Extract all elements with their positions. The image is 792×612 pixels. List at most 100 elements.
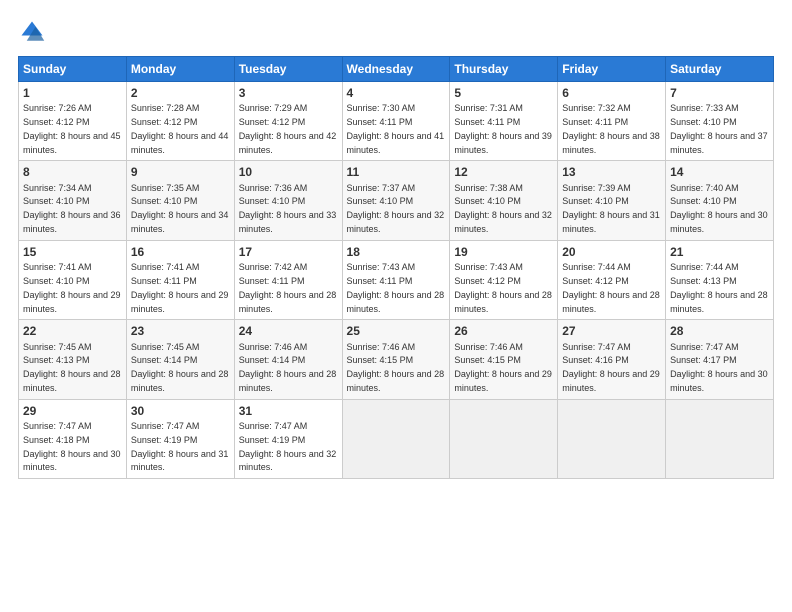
day-info: Sunrise: 7:30 AMSunset: 4:11 PMDaylight:… (347, 103, 445, 154)
day-number: 16 (131, 244, 230, 260)
day-number: 28 (670, 323, 769, 339)
day-number: 29 (23, 403, 122, 419)
day-number: 8 (23, 164, 122, 180)
day-cell-8: 8Sunrise: 7:34 AMSunset: 4:10 PMDaylight… (19, 161, 127, 240)
day-info: Sunrise: 7:32 AMSunset: 4:11 PMDaylight:… (562, 103, 660, 154)
empty-cell (666, 399, 774, 478)
weekday-header-sunday: Sunday (19, 57, 127, 82)
day-cell-12: 12Sunrise: 7:38 AMSunset: 4:10 PMDayligh… (450, 161, 558, 240)
day-cell-5: 5 Sunrise: 7:31 AMSunset: 4:11 PMDaylight… (450, 82, 558, 161)
empty-cell (558, 399, 666, 478)
day-number: 30 (131, 403, 230, 419)
weekday-header-tuesday: Tuesday (234, 57, 342, 82)
weekday-header-friday: Friday (558, 57, 666, 82)
weekday-header-row: SundayMondayTuesdayWednesdayThursdayFrid… (19, 57, 774, 82)
day-info: Sunrise: 7:47 AMSunset: 4:16 PMDaylight:… (562, 342, 660, 393)
week-row-3: 15 Sunrise: 7:41 AMSunset: 4:10 PMDayligh… (19, 240, 774, 319)
day-number: 21 (670, 244, 769, 260)
day-cell-10: 10 Sunrise: 7:36 AMSunset: 4:10 PMDayligh… (234, 161, 342, 240)
day-cell-22: 22 Sunrise: 7:45 AMSunset: 4:13 PMDayligh… (19, 320, 127, 399)
day-number: 31 (239, 403, 338, 419)
day-info: Sunrise: 7:44 AMSunset: 4:13 PMDaylight:… (670, 262, 768, 313)
day-info: Sunrise: 7:36 AMSunset: 4:10 PMDaylight:… (239, 183, 337, 234)
day-info: Sunrise: 7:33 AMSunset: 4:10 PMDaylight:… (670, 103, 768, 154)
day-info: Sunrise: 7:43 AMSunset: 4:12 PMDaylight:… (454, 262, 552, 313)
day-info: Sunrise: 7:46 AMSunset: 4:15 PMDaylight:… (347, 342, 445, 393)
day-number: 12 (454, 164, 553, 180)
weekday-header-monday: Monday (126, 57, 234, 82)
day-cell-30: 30 Sunrise: 7:47 AMSunset: 4:19 PMDayligh… (126, 399, 234, 478)
day-cell-11: 11Sunrise: 7:37 AMSunset: 4:10 PMDayligh… (342, 161, 450, 240)
weekday-header-wednesday: Wednesday (342, 57, 450, 82)
header (18, 18, 774, 46)
day-cell-17: 17 Sunrise: 7:42 AMSunset: 4:11 PMDayligh… (234, 240, 342, 319)
weekday-header-thursday: Thursday (450, 57, 558, 82)
day-cell-1: 1Sunrise: 7:26 AMSunset: 4:12 PMDaylight… (19, 82, 127, 161)
day-info: Sunrise: 7:35 AMSunset: 4:10 PMDaylight:… (131, 183, 229, 234)
day-number: 9 (131, 164, 230, 180)
weekday-header-saturday: Saturday (666, 57, 774, 82)
day-cell-27: 27 Sunrise: 7:47 AMSunset: 4:16 PMDayligh… (558, 320, 666, 399)
week-row-2: 8Sunrise: 7:34 AMSunset: 4:10 PMDaylight… (19, 161, 774, 240)
day-cell-19: 19 Sunrise: 7:43 AMSunset: 4:12 PMDayligh… (450, 240, 558, 319)
day-info: Sunrise: 7:40 AMSunset: 4:10 PMDaylight:… (670, 183, 768, 234)
day-number: 20 (562, 244, 661, 260)
day-number: 22 (23, 323, 122, 339)
day-number: 27 (562, 323, 661, 339)
day-number: 25 (347, 323, 446, 339)
day-number: 10 (239, 164, 338, 180)
day-cell-31: 31 Sunrise: 7:47 AMSunset: 4:19 PMDayligh… (234, 399, 342, 478)
logo (18, 18, 50, 46)
day-cell-6: 6Sunrise: 7:32 AMSunset: 4:11 PMDaylight… (558, 82, 666, 161)
day-number: 2 (131, 85, 230, 101)
day-cell-29: 29 Sunrise: 7:47 AMSunset: 4:18 PMDayligh… (19, 399, 127, 478)
day-info: Sunrise: 7:47 AMSunset: 4:19 PMDaylight:… (131, 421, 229, 472)
day-cell-16: 16 Sunrise: 7:41 AMSunset: 4:11 PMDayligh… (126, 240, 234, 319)
day-info: Sunrise: 7:46 AMSunset: 4:14 PMDaylight:… (239, 342, 337, 393)
day-number: 19 (454, 244, 553, 260)
day-cell-13: 13 Sunrise: 7:39 AMSunset: 4:10 PMDayligh… (558, 161, 666, 240)
day-cell-24: 24 Sunrise: 7:46 AMSunset: 4:14 PMDayligh… (234, 320, 342, 399)
calendar-table: SundayMondayTuesdayWednesdayThursdayFrid… (18, 56, 774, 479)
day-info: Sunrise: 7:47 AMSunset: 4:18 PMDaylight:… (23, 421, 121, 472)
day-info: Sunrise: 7:41 AMSunset: 4:10 PMDaylight:… (23, 262, 121, 313)
day-cell-18: 18Sunrise: 7:43 AMSunset: 4:11 PMDayligh… (342, 240, 450, 319)
day-info: Sunrise: 7:42 AMSunset: 4:11 PMDaylight:… (239, 262, 337, 313)
day-number: 13 (562, 164, 661, 180)
day-number: 23 (131, 323, 230, 339)
day-cell-15: 15 Sunrise: 7:41 AMSunset: 4:10 PMDayligh… (19, 240, 127, 319)
day-number: 14 (670, 164, 769, 180)
day-cell-9: 9 Sunrise: 7:35 AMSunset: 4:10 PMDaylight… (126, 161, 234, 240)
day-info: Sunrise: 7:47 AMSunset: 4:19 PMDaylight:… (239, 421, 337, 472)
day-cell-28: 28 Sunrise: 7:47 AMSunset: 4:17 PMDayligh… (666, 320, 774, 399)
day-number: 3 (239, 85, 338, 101)
day-number: 18 (347, 244, 446, 260)
day-info: Sunrise: 7:45 AMSunset: 4:13 PMDaylight:… (23, 342, 121, 393)
day-cell-26: 26Sunrise: 7:46 AMSunset: 4:15 PMDayligh… (450, 320, 558, 399)
day-info: Sunrise: 7:44 AMSunset: 4:12 PMDaylight:… (562, 262, 660, 313)
day-info: Sunrise: 7:47 AMSunset: 4:17 PMDaylight:… (670, 342, 768, 393)
day-cell-7: 7Sunrise: 7:33 AMSunset: 4:10 PMDaylight… (666, 82, 774, 161)
page: SundayMondayTuesdayWednesdayThursdayFrid… (0, 0, 792, 612)
empty-cell (450, 399, 558, 478)
day-cell-20: 20 Sunrise: 7:44 AMSunset: 4:12 PMDayligh… (558, 240, 666, 319)
week-row-5: 29 Sunrise: 7:47 AMSunset: 4:18 PMDayligh… (19, 399, 774, 478)
week-row-4: 22 Sunrise: 7:45 AMSunset: 4:13 PMDayligh… (19, 320, 774, 399)
day-info: Sunrise: 7:28 AMSunset: 4:12 PMDaylight:… (131, 103, 229, 154)
day-number: 17 (239, 244, 338, 260)
day-number: 26 (454, 323, 553, 339)
day-number: 15 (23, 244, 122, 260)
day-number: 4 (347, 85, 446, 101)
empty-cell (342, 399, 450, 478)
day-number: 24 (239, 323, 338, 339)
day-info: Sunrise: 7:41 AMSunset: 4:11 PMDaylight:… (131, 262, 229, 313)
day-info: Sunrise: 7:31 AMSunset: 4:11 PMDaylight:… (454, 103, 552, 154)
day-info: Sunrise: 7:29 AMSunset: 4:12 PMDaylight:… (239, 103, 337, 154)
logo-icon (18, 18, 46, 46)
day-cell-2: 2 Sunrise: 7:28 AMSunset: 4:12 PMDaylight… (126, 82, 234, 161)
day-info: Sunrise: 7:26 AMSunset: 4:12 PMDaylight:… (23, 103, 121, 154)
day-info: Sunrise: 7:39 AMSunset: 4:10 PMDaylight:… (562, 183, 660, 234)
day-info: Sunrise: 7:37 AMSunset: 4:10 PMDaylight:… (347, 183, 445, 234)
day-cell-25: 25 Sunrise: 7:46 AMSunset: 4:15 PMDayligh… (342, 320, 450, 399)
day-number: 5 (454, 85, 553, 101)
